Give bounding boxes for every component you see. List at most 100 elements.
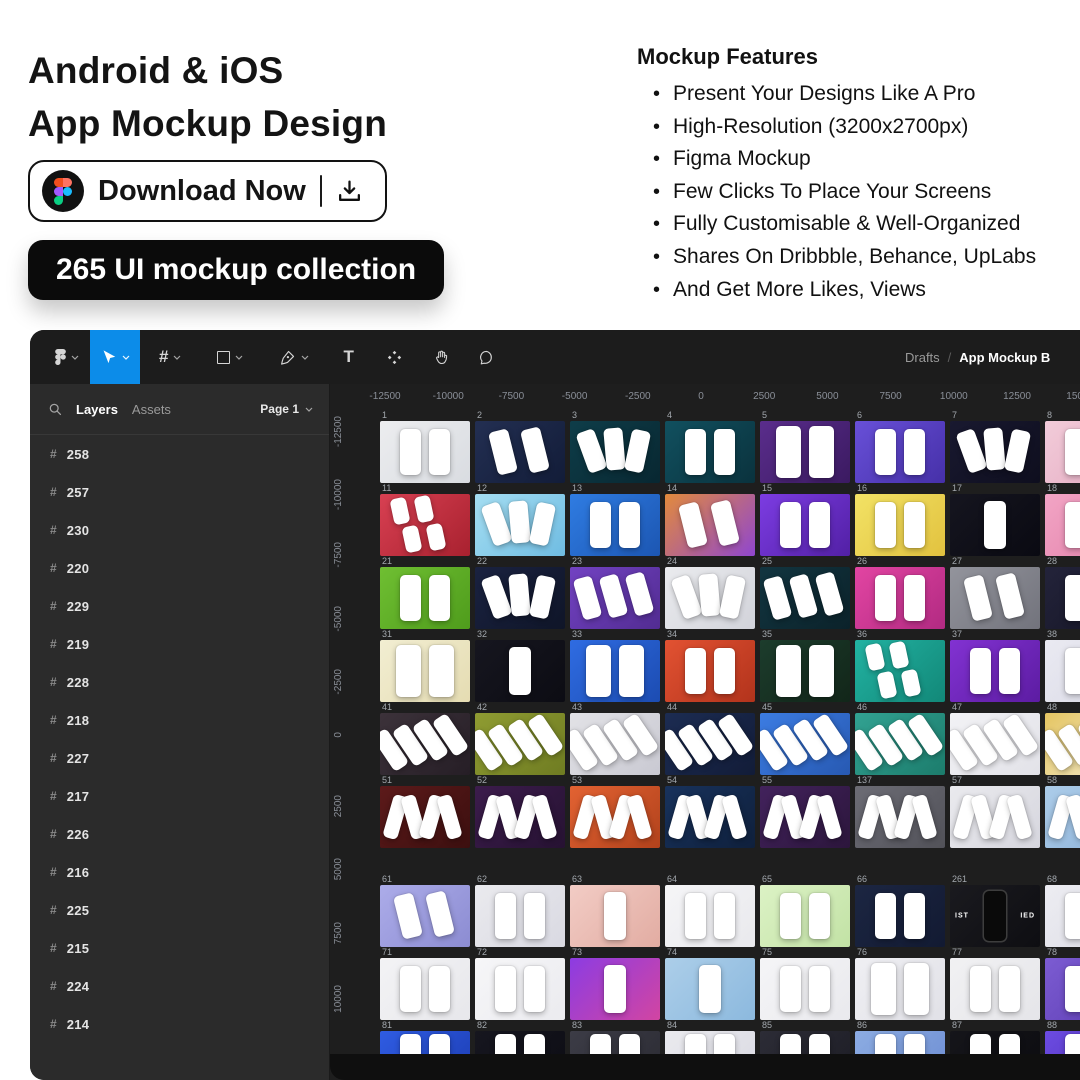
mockup-frame-2[interactable] [475,421,565,483]
mockup-frame-38[interactable] [1045,640,1080,702]
tool-shape[interactable] [206,330,254,384]
layer-item-219[interactable]: #219 [30,625,329,663]
mockup-frame-137[interactable] [855,786,945,848]
phone-shape [586,645,611,697]
mockup-frame-34[interactable] [665,640,755,702]
tool-frame[interactable]: # [148,330,192,384]
mockup-frame-62[interactable] [475,885,565,947]
frame-label: 54 [667,775,678,785]
layer-item-257[interactable]: #257 [30,473,329,511]
mockup-frame-48[interactable] [1045,713,1080,775]
mockup-frame-57[interactable] [950,786,1040,848]
mockup-frame-23[interactable] [570,567,660,629]
mockup-frame-16[interactable] [855,494,945,556]
mockup-frame-47[interactable] [950,713,1040,775]
mockup-frame-24[interactable] [665,567,755,629]
mockup-frame-58[interactable] [1045,786,1080,848]
tool-pen[interactable] [268,330,320,384]
mockup-frame-72[interactable] [475,958,565,1020]
layer-item-216[interactable]: #216 [30,853,329,891]
mockup-frame-37[interactable] [950,640,1040,702]
mockup-frame-15[interactable] [760,494,850,556]
search-icon[interactable] [48,402,62,416]
mockup-frame-74[interactable] [665,958,755,1020]
tab-assets[interactable]: Assets [132,402,171,417]
mockup-frame-14[interactable] [665,494,755,556]
mockup-frame-45[interactable] [760,713,850,775]
mockup-frame-63[interactable] [570,885,660,947]
mockup-frame-5[interactable] [760,421,850,483]
tool-text[interactable]: T [332,330,364,384]
mockup-frame-65[interactable] [760,885,850,947]
mockup-frame-35[interactable] [760,640,850,702]
mockup-frame-68[interactable] [1045,885,1080,947]
breadcrumb-drafts[interactable]: Drafts [905,350,940,365]
mockup-frame-31[interactable] [380,640,470,702]
mockup-frame-4[interactable] [665,421,755,483]
mockup-frame-27[interactable] [950,567,1040,629]
mockup-frame-42[interactable] [475,713,565,775]
phone-shape [604,965,626,1013]
tool-move[interactable] [90,330,140,384]
mockup-frame-73[interactable] [570,958,660,1020]
layer-item-218[interactable]: #218 [30,701,329,739]
mockup-frame-53[interactable] [570,786,660,848]
main-menu-button[interactable] [44,330,90,384]
mockup-frame-28[interactable] [1045,567,1080,629]
mockup-frame-46[interactable] [855,713,945,775]
layer-item-225[interactable]: #225 [30,891,329,929]
layer-item-228[interactable]: #228 [30,663,329,701]
layer-item-229[interactable]: #229 [30,587,329,625]
mockup-frame-33[interactable] [570,640,660,702]
mockup-frame-66[interactable] [855,885,945,947]
mockup-frame-7[interactable] [950,421,1040,483]
mockup-frame-61[interactable] [380,885,470,947]
mockup-frame-8[interactable] [1045,421,1080,483]
mockup-frame-26[interactable] [855,567,945,629]
layer-item-230[interactable]: #230 [30,511,329,549]
mockup-frame-11[interactable] [380,494,470,556]
mockup-frame-3[interactable] [570,421,660,483]
tool-hand[interactable] [422,330,461,384]
layer-item-217[interactable]: #217 [30,777,329,815]
tab-layers[interactable]: Layers [76,402,118,417]
mockup-frame-71[interactable] [380,958,470,1020]
mockup-frame-32[interactable] [475,640,565,702]
layer-item-227[interactable]: #227 [30,739,329,777]
mockup-frame-75[interactable] [760,958,850,1020]
mockup-frame-6[interactable] [855,421,945,483]
mockup-frame-64[interactable] [665,885,755,947]
mockup-frame-77[interactable] [950,958,1040,1020]
mockup-frame-13[interactable] [570,494,660,556]
mockup-frame-55[interactable] [760,786,850,848]
mockup-frame-78[interactable] [1045,958,1080,1020]
mockup-frame-51[interactable] [380,786,470,848]
mockup-frame-54[interactable] [665,786,755,848]
mockup-frame-1[interactable] [380,421,470,483]
layer-item-258[interactable]: #258 [30,435,329,473]
mockup-frame-44[interactable] [665,713,755,775]
tool-comment[interactable] [467,330,506,384]
mockup-frame-36[interactable] [855,640,945,702]
mockup-frame-52[interactable] [475,786,565,848]
mockup-frame-25[interactable] [760,567,850,629]
mockup-frame-22[interactable] [475,567,565,629]
mockup-frame-17[interactable] [950,494,1040,556]
mockup-frame-18[interactable] [1045,494,1080,556]
tool-components[interactable] [375,330,414,384]
mockup-frame-12[interactable] [475,494,565,556]
canvas[interactable]: -12500 -10000 -7500 -5000 -2500 0 2500 5000 7500… [330,384,1080,1080]
page-selector[interactable]: Page 1 [260,402,313,416]
mockup-frame-41[interactable] [380,713,470,775]
mockup-frame-76[interactable] [855,958,945,1020]
mockup-frame-43[interactable] [570,713,660,775]
layer-item-220[interactable]: #220 [30,549,329,587]
ruler-tick: 10000 [333,984,344,1013]
download-button[interactable]: Download Now [28,160,387,222]
mockup-frame-261[interactable]: IST IED [950,885,1040,947]
layer-item-224[interactable]: #224 [30,967,329,1005]
layer-item-226[interactable]: #226 [30,815,329,853]
layer-item-214[interactable]: #214 [30,1005,329,1043]
layer-item-215[interactable]: #215 [30,929,329,967]
mockup-frame-21[interactable] [380,567,470,629]
